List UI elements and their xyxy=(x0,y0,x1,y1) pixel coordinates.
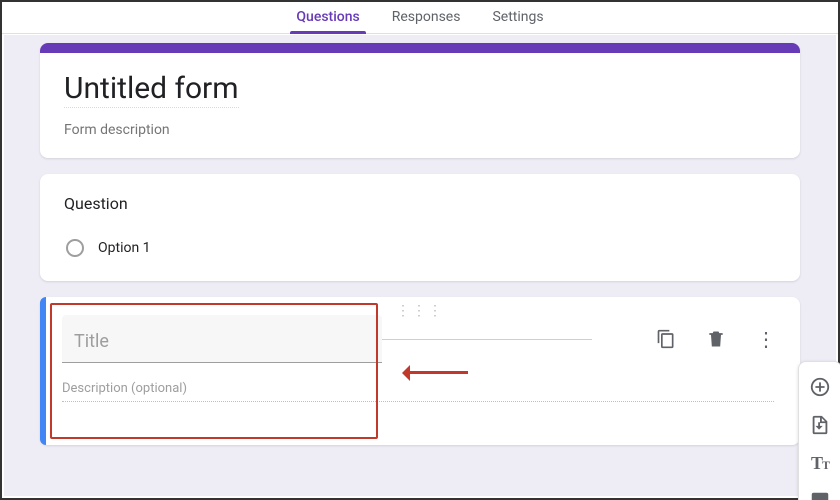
duplicate-button[interactable] xyxy=(648,321,684,357)
tab-questions[interactable]: Questions xyxy=(294,3,361,33)
section-description-input[interactable]: Description (optional) xyxy=(62,381,774,402)
section-title-input[interactable]: Title xyxy=(62,315,382,363)
more-button[interactable]: ⋮ xyxy=(748,321,784,357)
tab-settings[interactable]: Settings xyxy=(490,3,545,33)
add-image-button[interactable] xyxy=(805,486,835,500)
question-card[interactable]: Question Option 1 xyxy=(40,174,800,281)
question-option-1[interactable]: Option 1 xyxy=(64,235,776,261)
option-label: Option 1 xyxy=(98,240,151,256)
delete-icon xyxy=(706,329,726,349)
question-title[interactable]: Question xyxy=(64,194,776,213)
radio-icon xyxy=(66,239,84,257)
annotation-arrow xyxy=(400,365,472,381)
duplicate-icon xyxy=(656,329,676,349)
title-icon: TT xyxy=(811,453,829,474)
form-title-input[interactable]: Untitled form xyxy=(64,71,239,108)
add-question-button[interactable] xyxy=(805,372,835,402)
add-circle-icon xyxy=(809,376,831,398)
tab-responses[interactable]: Responses xyxy=(390,3,463,33)
drag-handle-icon[interactable]: ⋮⋮⋮ xyxy=(396,303,444,319)
floating-toolbar: TT xyxy=(798,361,840,500)
app-frame: Questions Responses Settings Untitled fo… xyxy=(0,0,840,500)
section-toolbar: ⋮ xyxy=(648,321,784,357)
more-icon: ⋮ xyxy=(756,329,776,349)
section-card[interactable]: ⋮⋮⋮ Title ⋮ xyxy=(40,297,800,445)
form-header-card: Untitled form Form description xyxy=(40,43,800,158)
import-icon xyxy=(809,414,831,436)
delete-button[interactable] xyxy=(698,321,734,357)
top-tabs: Questions Responses Settings xyxy=(2,2,838,34)
form-canvas: Untitled form Form description Question … xyxy=(4,35,836,496)
add-title-button[interactable]: TT xyxy=(805,448,835,478)
form-description-input[interactable]: Form description xyxy=(64,122,776,138)
import-questions-button[interactable] xyxy=(805,410,835,440)
image-icon xyxy=(809,490,831,500)
input-underline xyxy=(382,339,592,340)
